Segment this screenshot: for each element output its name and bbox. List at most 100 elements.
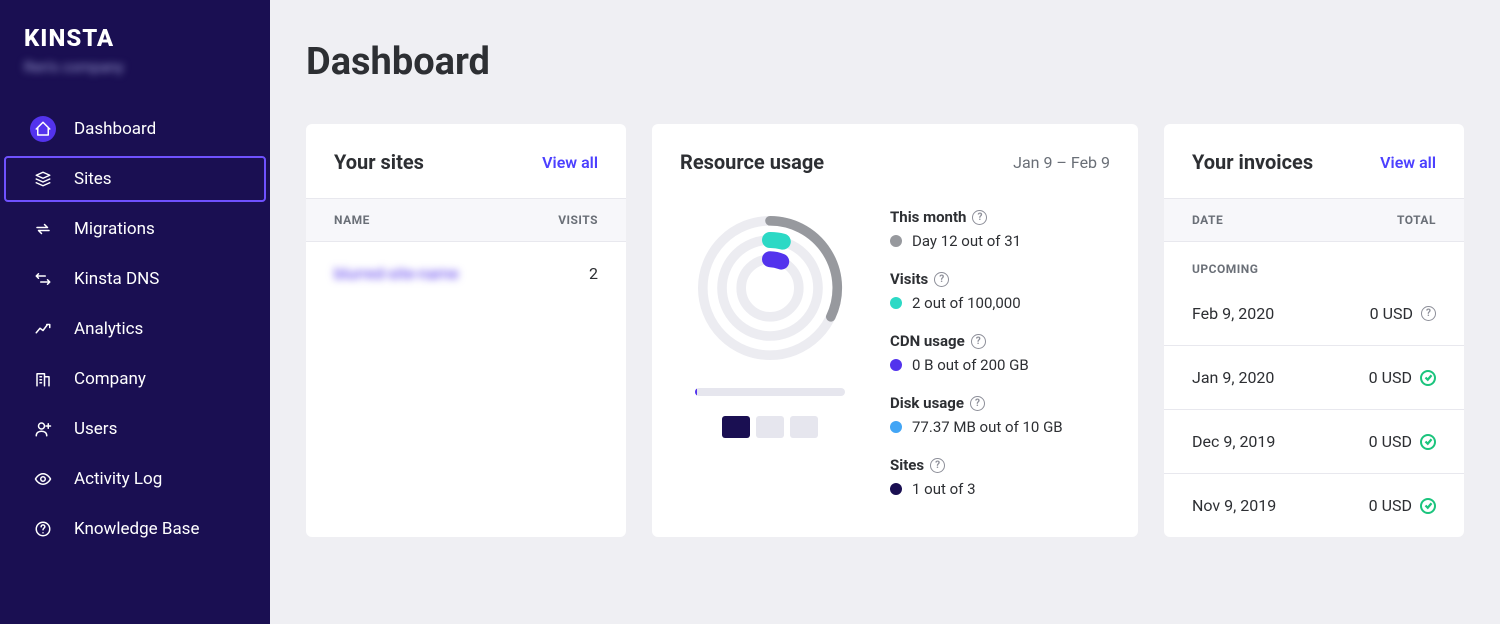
invoice-row[interactable]: Feb 9, 2020 0 USD?: [1164, 282, 1464, 346]
home-icon: [34, 120, 52, 138]
metric-value: 1 out of 3: [912, 480, 976, 498]
view-all-link[interactable]: View all: [1380, 153, 1436, 172]
help-icon: [34, 520, 52, 538]
help-icon[interactable]: ?: [971, 334, 986, 349]
eye-icon: [34, 470, 52, 488]
metric-title-text: Visits: [890, 270, 928, 288]
site-chip: [722, 416, 750, 438]
upcoming-label: UPCOMING: [1164, 242, 1464, 282]
invoice-amount: 0 USD: [1370, 304, 1413, 323]
help-icon[interactable]: ?: [934, 272, 949, 287]
page-title: Dashboard: [306, 40, 1464, 84]
dot-icon: [890, 235, 902, 247]
table-header: NAME VISITS: [306, 198, 626, 242]
sidebar: KINSTA Ren's company Dashboard Sites Mig…: [0, 0, 270, 624]
table-header: DATE TOTAL: [1164, 198, 1464, 242]
main: Dashboard Your sites View all NAME VISIT…: [270, 0, 1500, 624]
resource-usage-card: Resource usage Jan 9 – Feb 9: [652, 124, 1138, 537]
col-total: TOTAL: [1397, 213, 1436, 227]
card-title: Resource usage: [680, 150, 824, 174]
dot-icon: [890, 359, 902, 371]
metric-value: 0 B out of 200 GB: [912, 356, 1029, 374]
invoice-date: Nov 9, 2019: [1192, 496, 1276, 515]
sidebar-item-label: Company: [74, 369, 146, 389]
invoice-date: Dec 9, 2019: [1192, 432, 1275, 451]
metric-sites: Sites? 1 out of 3: [890, 456, 1110, 498]
sidebar-item-label: Kinsta DNS: [74, 269, 159, 289]
sidebar-item-analytics[interactable]: Analytics: [4, 306, 266, 352]
metrics-list: This month? Day 12 out of 31 Visits? 2 o…: [890, 208, 1110, 498]
sidebar-item-migrations[interactable]: Migrations: [4, 206, 266, 252]
sites-chips: [722, 416, 818, 438]
site-visits: 2: [589, 264, 598, 283]
sidebar-item-label: Migrations: [74, 219, 155, 239]
metric-title-text: Sites: [890, 456, 924, 474]
metric-visits: Visits? 2 out of 100,000: [890, 270, 1110, 312]
site-chip: [790, 416, 818, 438]
col-date: DATE: [1192, 213, 1223, 227]
invoice-row[interactable]: Jan 9, 2020 0 USD: [1164, 346, 1464, 410]
help-icon[interactable]: ?: [1421, 306, 1436, 321]
check-icon: [1420, 434, 1436, 450]
usage-visual: [680, 208, 860, 438]
sidebar-item-kb[interactable]: Knowledge Base: [4, 506, 266, 552]
donut-chart: [690, 208, 850, 368]
sidebar-item-users[interactable]: Users: [4, 406, 266, 452]
building-icon: [34, 370, 52, 388]
card-title: Your invoices: [1192, 150, 1313, 174]
help-icon[interactable]: ?: [970, 396, 985, 411]
sidebar-item-label: Activity Log: [74, 469, 162, 489]
metric-title-text: This month: [890, 208, 966, 226]
metric-cdn: CDN usage? 0 B out of 200 GB: [890, 332, 1110, 374]
metric-value: Day 12 out of 31: [912, 232, 1021, 250]
invoice-date: Feb 9, 2020: [1192, 304, 1274, 323]
metric-value: 2 out of 100,000: [912, 294, 1021, 312]
metric-month: This month? Day 12 out of 31: [890, 208, 1110, 250]
switch-icon: [34, 270, 52, 288]
invoice-amount: 0 USD: [1369, 496, 1412, 515]
card-title: Your sites: [334, 150, 424, 174]
col-name: NAME: [334, 213, 370, 227]
help-icon[interactable]: ?: [972, 210, 987, 225]
stack-icon: [34, 170, 52, 188]
sidebar-item-label: Users: [74, 419, 117, 439]
sidebar-item-company[interactable]: Company: [4, 356, 266, 402]
sidebar-item-dashboard[interactable]: Dashboard: [4, 106, 266, 152]
help-icon[interactable]: ?: [930, 458, 945, 473]
nav: Dashboard Sites Migrations Kinsta DNS An…: [0, 106, 270, 552]
check-icon: [1420, 370, 1436, 386]
metric-disk: Disk usage? 77.37 MB out of 10 GB: [890, 394, 1110, 436]
col-visits: VISITS: [558, 213, 598, 227]
invoice-row[interactable]: Nov 9, 2019 0 USD: [1164, 474, 1464, 537]
arrow-transfer-icon: [34, 220, 52, 238]
user-plus-icon: [34, 420, 52, 438]
sidebar-item-activity[interactable]: Activity Log: [4, 456, 266, 502]
metric-value: 77.37 MB out of 10 GB: [912, 418, 1063, 436]
invoice-row[interactable]: Dec 9, 2019 0 USD: [1164, 410, 1464, 474]
chart-icon: [34, 320, 52, 338]
invoice-amount: 0 USD: [1369, 368, 1412, 387]
sidebar-item-label: Knowledge Base: [74, 519, 199, 539]
sidebar-item-dns[interactable]: Kinsta DNS: [4, 256, 266, 302]
sidebar-item-sites[interactable]: Sites: [4, 156, 266, 202]
sidebar-item-label: Dashboard: [74, 119, 156, 139]
brand-logo: KINSTA: [0, 24, 270, 58]
company-name: Ren's company: [0, 58, 270, 76]
site-name: blurred-site-name: [334, 264, 459, 283]
disk-progress-bar: [695, 388, 845, 396]
metric-title-text: Disk usage: [890, 394, 964, 412]
dot-icon: [890, 421, 902, 433]
metric-title-text: CDN usage: [890, 332, 965, 350]
check-icon: [1420, 498, 1436, 514]
invoice-date: Jan 9, 2020: [1192, 368, 1274, 387]
date-range: Jan 9 – Feb 9: [1013, 153, 1110, 172]
table-row[interactable]: blurred-site-name 2: [306, 242, 626, 305]
dot-icon: [890, 297, 902, 309]
invoices-card: Your invoices View all DATE TOTAL UPCOMI…: [1164, 124, 1464, 537]
your-sites-card: Your sites View all NAME VISITS blurred-…: [306, 124, 626, 537]
dot-icon: [890, 483, 902, 495]
sidebar-item-label: Analytics: [74, 319, 143, 339]
invoice-amount: 0 USD: [1369, 432, 1412, 451]
site-chip: [756, 416, 784, 438]
view-all-link[interactable]: View all: [542, 153, 598, 172]
